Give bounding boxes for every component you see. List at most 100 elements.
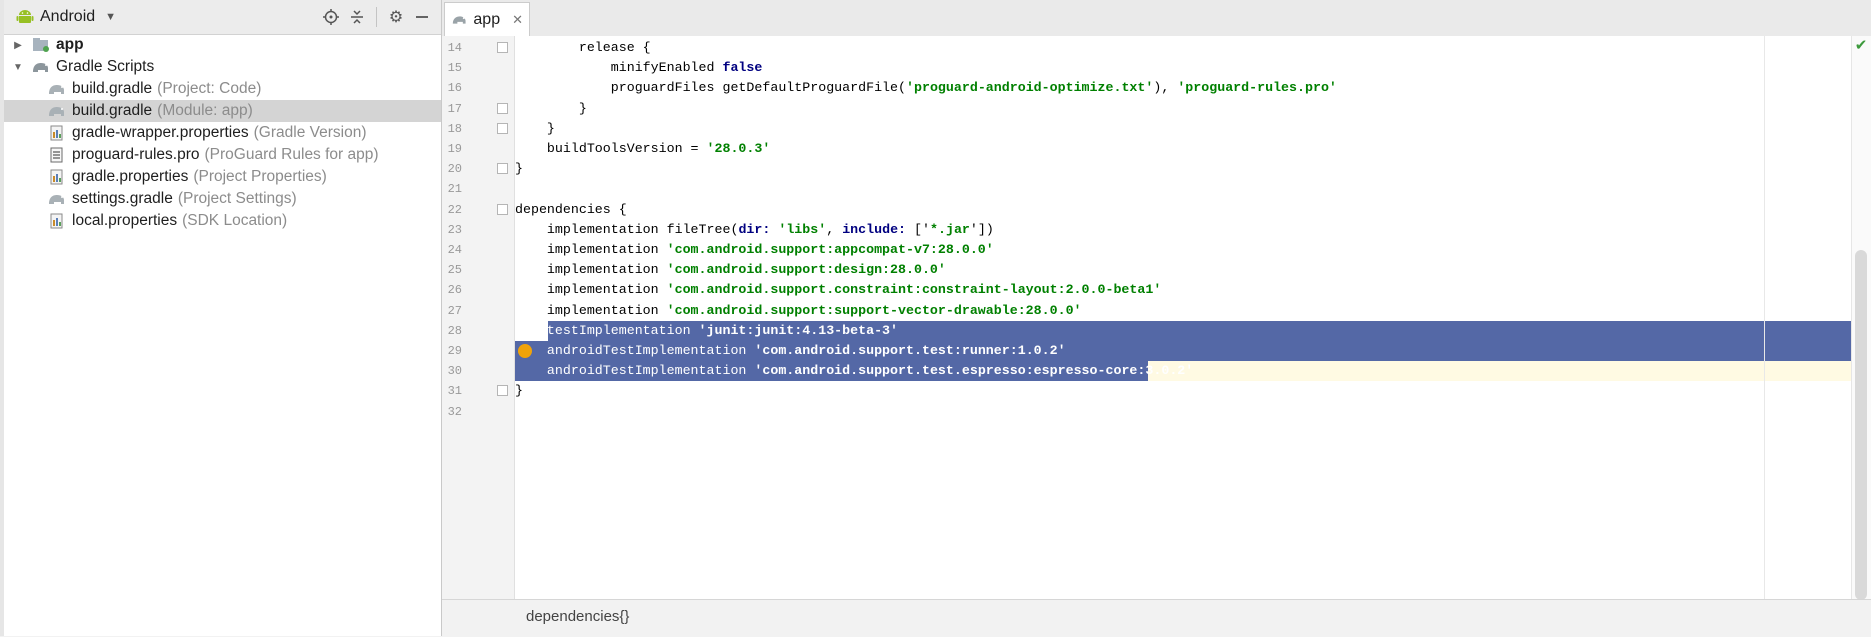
tree-item-label: gradle.properties <box>72 168 189 185</box>
tab-app[interactable]: app ✕ <box>444 2 530 36</box>
code-token: implementation <box>515 262 667 278</box>
line-number[interactable]: 24 <box>442 240 462 260</box>
close-icon[interactable]: ✕ <box>512 12 523 28</box>
line-number[interactable]: 28 <box>442 321 462 341</box>
tree-item[interactable]: ▼ Gradle Scripts <box>4 56 441 78</box>
line-number[interactable]: 18 <box>442 119 462 139</box>
string-literal: 'com.android.support.constraint:constrai… <box>666 282 1162 298</box>
line-number[interactable]: 26 <box>442 280 462 300</box>
fold-marker-icon[interactable] <box>497 163 508 175</box>
code-line[interactable]: proguardFiles getDefaultProguardFile('pr… <box>515 78 1337 98</box>
gradle-icon <box>49 195 64 204</box>
settings-button[interactable]: ⚙ <box>385 6 407 28</box>
keyword: false <box>722 60 763 76</box>
tree-item[interactable]: settings.gradle (Project Settings) <box>4 188 441 210</box>
tree-item[interactable]: ▶ app <box>4 34 441 56</box>
tree-item[interactable]: local.properties (SDK Location) <box>4 210 441 232</box>
line-number[interactable]: 27 <box>442 301 462 321</box>
properties-icon <box>50 213 63 229</box>
tree-item[interactable]: gradle-wrapper.properties (Gradle Version… <box>4 122 441 144</box>
tree-item[interactable]: gradle.properties (Project Properties) <box>4 166 441 188</box>
code-line[interactable]: } <box>515 99 587 119</box>
project-view-selector[interactable]: Android ▼ <box>16 7 116 27</box>
line-number[interactable]: 25 <box>442 260 462 280</box>
code-token: dependencies { <box>515 201 627 217</box>
fold-marker-icon[interactable] <box>497 203 508 215</box>
line-number[interactable]: 19 <box>442 139 462 159</box>
locate-file-button[interactable] <box>320 6 342 28</box>
code-line[interactable]: androidTestImplementation 'com.android.s… <box>515 361 1193 381</box>
code-line[interactable]: minifyEnabled false <box>515 58 763 78</box>
tree-item-hint: (Project Settings) <box>177 190 297 207</box>
code-token: } <box>515 161 523 177</box>
tree-item-label: build.gradle <box>72 80 153 97</box>
chevron-down-icon[interactable]: ▼ <box>12 61 24 73</box>
hide-pane-button[interactable] <box>411 6 433 28</box>
line-number[interactable]: 20 <box>442 159 462 179</box>
app-module-icon <box>33 38 49 52</box>
intention-bulb-icon[interactable] <box>518 344 532 358</box>
line-number[interactable]: 29 <box>442 341 462 361</box>
string-literal: *.jar <box>930 221 970 237</box>
tree-item[interactable]: build.gradle (Project: Code) <box>4 78 441 100</box>
string-literal: 'proguard-rules.pro' <box>1177 80 1337 96</box>
line-number[interactable]: 23 <box>442 220 462 240</box>
code-token: } <box>515 120 555 136</box>
string-literal: 'proguard-android-optimize.txt' <box>906 80 1154 96</box>
code-token: implementation <box>515 282 667 298</box>
properties-icon <box>50 169 63 185</box>
code-line[interactable]: dependencies { <box>515 200 627 220</box>
code-token: ']) <box>969 221 994 237</box>
keyword: dir: <box>738 221 779 237</box>
code-line[interactable]: } <box>515 159 523 179</box>
android-studio-window: Android ▼ ⚙ ▶ app ▼ Gradle Scripts build… <box>0 0 1871 637</box>
line-number[interactable]: 31 <box>442 381 462 401</box>
line-number[interactable]: 15 <box>442 58 462 78</box>
tree-item[interactable]: proguard-rules.pro (ProGuard Rules for ap… <box>4 144 441 166</box>
tree-item-hint: (Gradle Version) <box>253 124 367 141</box>
code-line[interactable]: } <box>515 119 555 139</box>
string-literal: 'com.android.support.test.espresso:espre… <box>754 363 1194 379</box>
keyword: include: <box>842 221 915 237</box>
gradle-scripts-icon <box>33 63 48 72</box>
chevron-right-icon[interactable]: ▶ <box>12 39 24 51</box>
collapse-all-button[interactable] <box>346 6 368 28</box>
code-line[interactable]: buildToolsVersion = '28.0.3' <box>515 139 770 159</box>
code-token: implementation fileTree( <box>515 221 739 237</box>
code-line[interactable]: androidTestImplementation 'com.android.s… <box>515 341 1066 361</box>
project-view-title: Android <box>40 8 96 25</box>
fold-marker-icon[interactable] <box>497 102 508 114</box>
line-number[interactable]: 17 <box>442 99 462 119</box>
code-line[interactable]: release { <box>515 38 651 58</box>
line-number[interactable]: 16 <box>442 78 462 98</box>
code-line[interactable]: implementation 'com.android.support.cons… <box>515 280 1161 300</box>
code-token: testImplementation <box>515 322 699 338</box>
code-line[interactable]: } <box>515 381 523 401</box>
project-pane-toolbar: ⚙ <box>320 6 433 28</box>
code-line[interactable]: implementation fileTree(dir: 'libs', inc… <box>515 220 994 240</box>
fold-marker-icon[interactable] <box>497 385 508 397</box>
code-line[interactable]: implementation 'com.android.support:desi… <box>515 260 946 280</box>
string-literal: 'com.android.support.test:runner:1.0.2' <box>754 343 1066 358</box>
line-number[interactable]: 30 <box>442 361 462 381</box>
tree-item[interactable]: build.gradle (Module: app) <box>4 100 441 122</box>
line-number[interactable]: 32 <box>442 402 462 422</box>
fold-marker-icon[interactable] <box>497 42 508 53</box>
code-token: } <box>515 100 587 116</box>
line-number[interactable]: 14 <box>442 38 462 58</box>
gradle-icon <box>49 107 64 116</box>
tab-label: app <box>473 10 501 28</box>
code-line[interactable]: testImplementation 'junit:junit:4.13-bet… <box>515 321 898 341</box>
code-token: proguardFiles getDefaultProguardFile( <box>515 80 906 96</box>
scrollbar-thumb[interactable] <box>1855 250 1867 600</box>
tree-item-hint: (Project Properties) <box>193 168 327 185</box>
code-line[interactable]: implementation 'com.android.support:supp… <box>515 301 1082 321</box>
code-area[interactable]: release { minifyEnabled false proguardFi… <box>515 36 1851 599</box>
android-icon <box>16 10 34 23</box>
line-number[interactable]: 22 <box>442 200 462 220</box>
fold-marker-icon[interactable] <box>497 122 508 134</box>
text-file-icon <box>50 147 63 163</box>
line-number[interactable]: 21 <box>442 179 462 199</box>
breadcrumb[interactable]: dependencies{} <box>526 608 629 625</box>
code-line[interactable]: implementation 'com.android.support:appc… <box>515 240 994 260</box>
